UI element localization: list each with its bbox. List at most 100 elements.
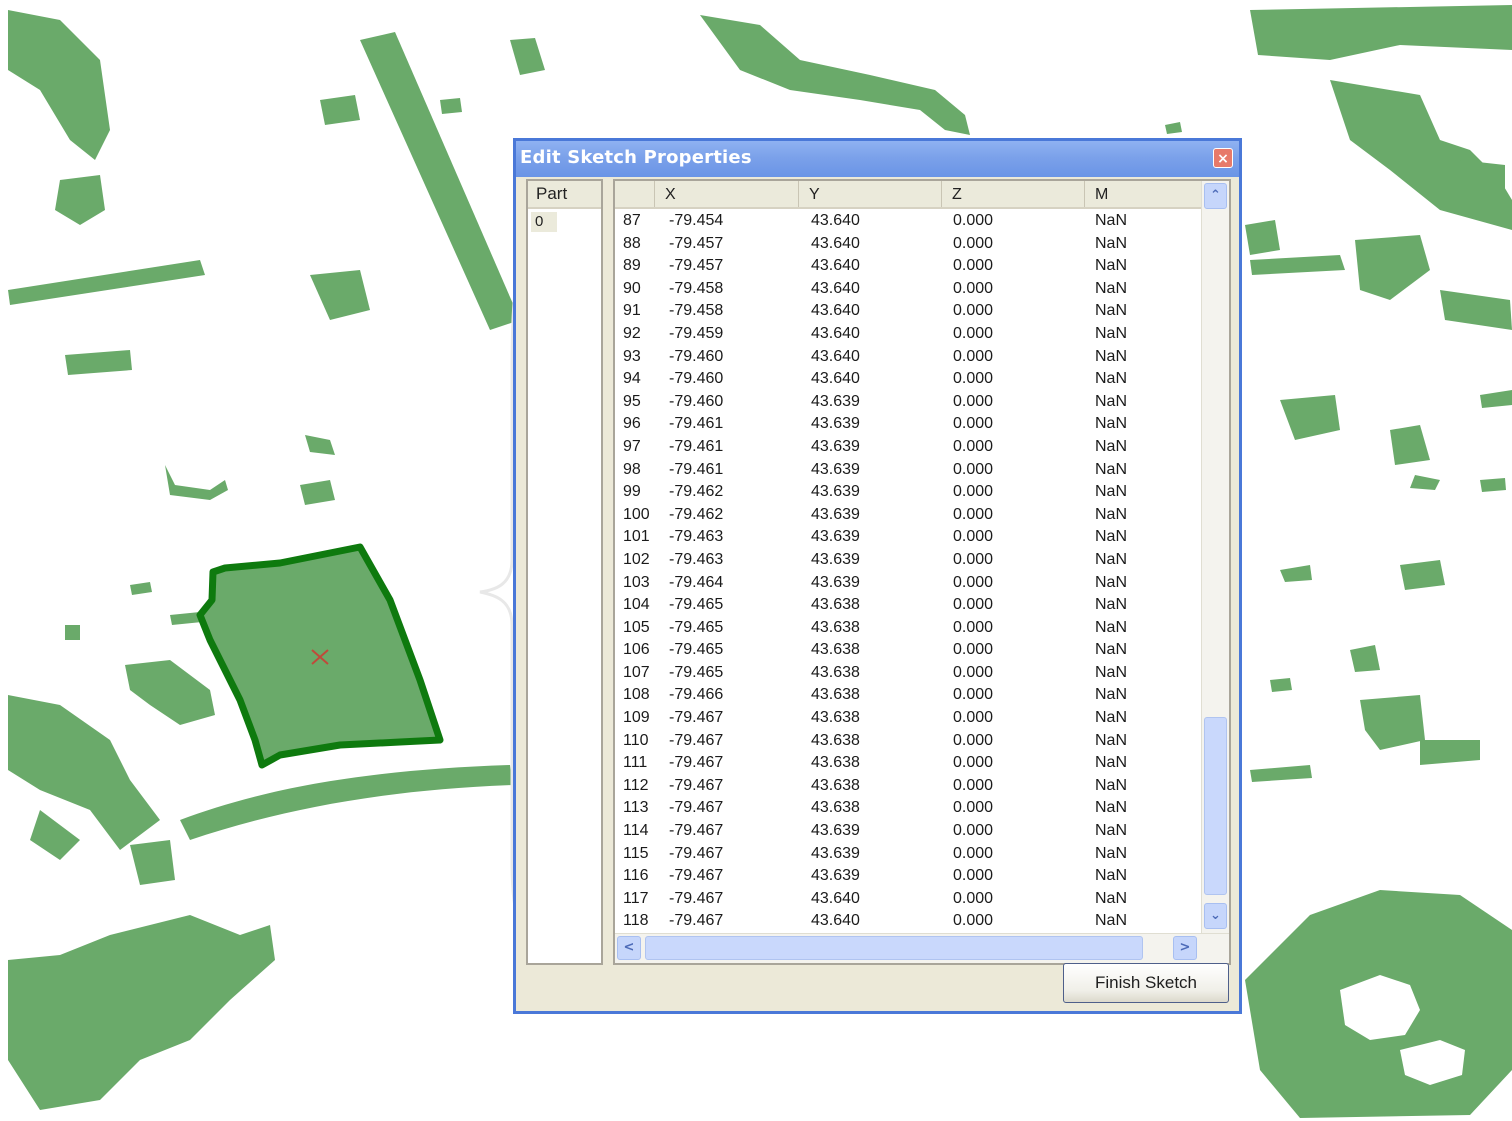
m-cell[interactable]: NaN [1095, 235, 1127, 253]
table-row[interactable]: 97 -79.461 43.639 0.000 NaN [615, 435, 1201, 458]
y-cell[interactable]: 43.639 [811, 551, 860, 569]
x-cell[interactable]: -79.467 [669, 845, 723, 863]
table-row[interactable]: 99 -79.462 43.639 0.000 NaN [615, 480, 1201, 503]
y-cell[interactable]: 43.639 [811, 461, 860, 479]
y-cell[interactable]: 43.638 [811, 664, 860, 682]
m-cell[interactable]: NaN [1095, 574, 1127, 592]
x-cell[interactable]: -79.461 [669, 415, 723, 433]
table-row[interactable]: 93 -79.460 43.640 0.000 NaN [615, 345, 1201, 368]
m-cell[interactable]: NaN [1095, 212, 1127, 230]
x-cell[interactable]: -79.463 [669, 528, 723, 546]
z-cell[interactable]: 0.000 [953, 777, 993, 795]
x-cell[interactable]: -79.467 [669, 709, 723, 727]
m-cell[interactable]: NaN [1095, 777, 1127, 795]
table-row[interactable]: 88 -79.457 43.640 0.000 NaN [615, 232, 1201, 255]
x-cell[interactable]: -79.460 [669, 348, 723, 366]
x-cell[interactable]: -79.462 [669, 483, 723, 501]
y-cell[interactable]: 43.639 [811, 393, 860, 411]
vertex-index-cell[interactable]: 91 [623, 302, 641, 320]
z-cell[interactable]: 0.000 [953, 845, 993, 863]
z-cell[interactable]: 0.000 [953, 506, 993, 524]
vertex-grid[interactable]: X Y Z M 87 -79.454 43.640 0.000 NaN 88 -79.457… [613, 179, 1231, 965]
y-cell[interactable]: 43.639 [811, 483, 860, 501]
m-cell[interactable]: NaN [1095, 280, 1127, 298]
x-cell[interactable]: -79.466 [669, 686, 723, 704]
y-cell[interactable]: 43.639 [811, 438, 860, 456]
vertex-index-cell[interactable]: 117 [623, 890, 649, 908]
table-row[interactable]: 107 -79.465 43.638 0.000 NaN [615, 661, 1201, 684]
x-cell[interactable]: -79.457 [669, 257, 723, 275]
z-cell[interactable]: 0.000 [953, 348, 993, 366]
scroll-up-icon[interactable]: ⌃ [1204, 183, 1227, 209]
m-cell[interactable]: NaN [1095, 528, 1127, 546]
m-cell[interactable]: NaN [1095, 845, 1127, 863]
z-cell[interactable]: 0.000 [953, 619, 993, 637]
vertex-index-cell[interactable]: 92 [623, 325, 641, 343]
x-cell[interactable]: -79.463 [669, 551, 723, 569]
z-cell[interactable]: 0.000 [953, 596, 993, 614]
z-cell[interactable]: 0.000 [953, 370, 993, 388]
y-cell[interactable]: 43.639 [811, 822, 860, 840]
z-cell[interactable]: 0.000 [953, 799, 993, 817]
y-cell[interactable]: 43.639 [811, 845, 860, 863]
x-cell[interactable]: -79.467 [669, 732, 723, 750]
m-cell[interactable]: NaN [1095, 754, 1127, 772]
m-cell[interactable]: NaN [1095, 506, 1127, 524]
x-cell[interactable]: -79.467 [669, 912, 723, 930]
m-cell[interactable]: NaN [1095, 415, 1127, 433]
y-cell[interactable]: 43.640 [811, 257, 860, 275]
m-cell[interactable]: NaN [1095, 686, 1127, 704]
vertex-index-cell[interactable]: 118 [623, 912, 649, 930]
vertex-index-cell[interactable]: 113 [623, 799, 649, 817]
vertex-index-cell[interactable]: 101 [623, 528, 650, 546]
m-cell[interactable]: NaN [1095, 890, 1127, 908]
table-row[interactable]: 104 -79.465 43.638 0.000 NaN [615, 593, 1201, 616]
m-cell[interactable]: NaN [1095, 912, 1127, 930]
z-cell[interactable]: 0.000 [953, 302, 993, 320]
y-cell[interactable]: 43.640 [811, 912, 860, 930]
z-cell[interactable]: 0.000 [953, 212, 993, 230]
column-header-x[interactable]: X [655, 181, 799, 207]
z-cell[interactable]: 0.000 [953, 551, 993, 569]
table-row[interactable]: 94 -79.460 43.640 0.000 NaN [615, 367, 1201, 390]
x-cell[interactable]: -79.460 [669, 393, 723, 411]
y-cell[interactable]: 43.639 [811, 506, 860, 524]
scroll-left-icon[interactable]: < [617, 936, 641, 960]
table-row[interactable]: 109 -79.467 43.638 0.000 NaN [615, 706, 1201, 729]
x-cell[interactable]: -79.467 [669, 822, 723, 840]
x-cell[interactable]: -79.458 [669, 302, 723, 320]
m-cell[interactable]: NaN [1095, 551, 1127, 569]
x-cell[interactable]: -79.465 [669, 596, 723, 614]
table-row[interactable]: 118 -79.467 43.640 0.000 NaN [615, 909, 1201, 932]
x-cell[interactable]: -79.459 [669, 325, 723, 343]
m-cell[interactable]: NaN [1095, 348, 1127, 366]
y-cell[interactable]: 43.640 [811, 280, 860, 298]
y-cell[interactable]: 43.639 [811, 574, 860, 592]
title-bar[interactable]: Edit Sketch Properties × [516, 141, 1239, 177]
vertex-index-cell[interactable]: 94 [623, 370, 641, 388]
table-row[interactable]: 113 -79.467 43.638 0.000 NaN [615, 796, 1201, 819]
part-column-header[interactable]: Part [528, 181, 601, 209]
vertex-index-cell[interactable]: 112 [623, 777, 649, 795]
x-cell[interactable]: -79.465 [669, 641, 723, 659]
z-cell[interactable]: 0.000 [953, 280, 993, 298]
m-cell[interactable]: NaN [1095, 664, 1127, 682]
z-cell[interactable]: 0.000 [953, 257, 993, 275]
table-row[interactable]: 117 -79.467 43.640 0.000 NaN [615, 887, 1201, 910]
y-cell[interactable]: 43.640 [811, 348, 860, 366]
y-cell[interactable]: 43.639 [811, 415, 860, 433]
z-cell[interactable]: 0.000 [953, 912, 993, 930]
z-cell[interactable]: 0.000 [953, 415, 993, 433]
finish-sketch-button[interactable]: Finish Sketch [1063, 963, 1229, 1003]
y-cell[interactable]: 43.639 [811, 867, 860, 885]
z-cell[interactable]: 0.000 [953, 890, 993, 908]
z-cell[interactable]: 0.000 [953, 641, 993, 659]
y-cell[interactable]: 43.640 [811, 212, 860, 230]
m-cell[interactable]: NaN [1095, 370, 1127, 388]
column-header-y[interactable]: Y [799, 181, 942, 207]
m-cell[interactable]: NaN [1095, 867, 1127, 885]
part-list[interactable]: Part 0 [526, 179, 603, 965]
scroll-right-icon[interactable]: > [1173, 936, 1197, 960]
z-cell[interactable]: 0.000 [953, 754, 993, 772]
vertex-index-cell[interactable]: 105 [623, 619, 650, 637]
